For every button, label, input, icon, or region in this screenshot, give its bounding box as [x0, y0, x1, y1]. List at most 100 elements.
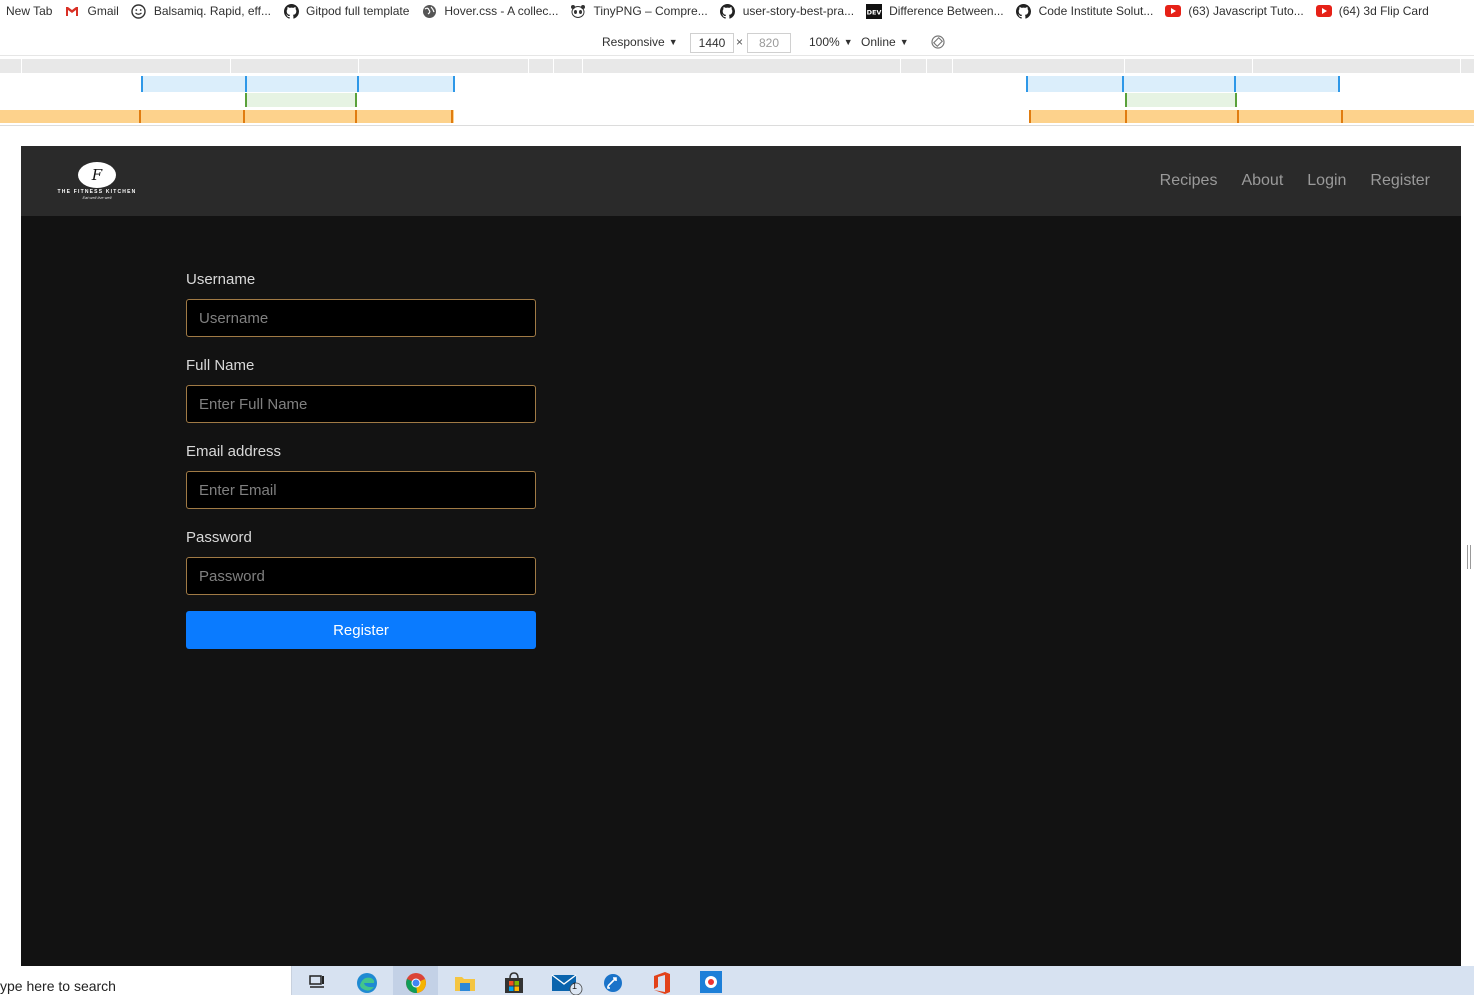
- ruler-divider: [1124, 59, 1125, 73]
- ruler-divider: [900, 59, 901, 73]
- bookmark-hovercss[interactable]: Hover.css - A collec...: [415, 0, 564, 22]
- ruler-divider: [230, 59, 231, 73]
- min-width-tick[interactable]: [451, 110, 453, 123]
- max-width-tick[interactable]: [1122, 76, 1124, 92]
- taskbar-search-box[interactable]: ype here to search: [0, 966, 292, 995]
- ruler-divider: [358, 59, 359, 73]
- min-max-tick[interactable]: [245, 93, 247, 107]
- email-label: Email address: [186, 443, 282, 460]
- min-width-tick[interactable]: [1029, 110, 1031, 123]
- ruler-divider: [528, 59, 529, 73]
- max-width-segment[interactable]: [1028, 76, 1340, 92]
- bookmark-label: Gmail: [87, 4, 119, 18]
- min-width-tick[interactable]: [243, 110, 245, 123]
- mail-icon[interactable]: 1: [551, 971, 585, 995]
- youtube-icon: [1165, 3, 1182, 19]
- store-icon[interactable]: [502, 971, 526, 995]
- mail-badge-count: 1: [572, 981, 578, 991]
- nav-link-recipes[interactable]: Recipes: [1160, 172, 1218, 190]
- logo-tagline: Eat well live well: [82, 195, 112, 200]
- max-width-media-queries: [0, 76, 1474, 92]
- max-width-tick[interactable]: [1026, 76, 1028, 92]
- bookmark-label: Balsamiq. Rapid, eff...: [153, 4, 271, 18]
- site-navbar: F THE FITNESS KITCHEN Eat well live well…: [21, 146, 1461, 216]
- office-icon[interactable]: [650, 971, 674, 995]
- max-width-tick[interactable]: [1338, 76, 1340, 92]
- width-input[interactable]: 1440: [690, 33, 734, 53]
- device-select[interactable]: Responsive ▼: [602, 35, 678, 49]
- rotate-icon: [930, 34, 946, 53]
- bookmark-tinypng[interactable]: TinyPNG – Compre...: [564, 0, 713, 22]
- max-width-tick[interactable]: [1234, 76, 1236, 92]
- dimension-separator: ×: [736, 35, 744, 49]
- edge-icon[interactable]: [355, 971, 379, 995]
- min-width-tick[interactable]: [1341, 110, 1343, 123]
- bookmark-gmail[interactable]: Gmail: [58, 0, 124, 22]
- zoom-select[interactable]: 100% ▼: [809, 35, 853, 49]
- device-select-label: Responsive: [602, 35, 665, 49]
- email-input[interactable]: [186, 471, 536, 509]
- nav-link-register[interactable]: Register: [1370, 172, 1430, 190]
- ruler-divider: [1252, 59, 1253, 73]
- username-label: Username: [186, 271, 256, 288]
- bookmark-difference[interactable]: DEV Difference Between...: [860, 0, 1010, 22]
- github-icon: [283, 3, 299, 19]
- nav-link-about[interactable]: About: [1241, 172, 1283, 190]
- ruler-divider: [1460, 59, 1461, 73]
- bookmark-javascript-tutorial[interactable]: (63) Javascript Tuto...: [1159, 0, 1309, 22]
- min-width-tick[interactable]: [355, 110, 357, 123]
- nav-link-login[interactable]: Login: [1307, 172, 1346, 190]
- media-query-ruler: [0, 59, 1474, 73]
- bookmark-user-story[interactable]: user-story-best-pra...: [714, 0, 860, 22]
- file-explorer-icon[interactable]: [453, 971, 477, 995]
- min-width-segment[interactable]: [0, 110, 454, 123]
- height-input[interactable]: 820: [747, 33, 791, 53]
- max-width-tick[interactable]: [453, 76, 455, 92]
- max-width-tick[interactable]: [141, 76, 143, 92]
- min-max-segment[interactable]: [1126, 93, 1236, 107]
- zoom-select-label: 100%: [809, 35, 840, 49]
- password-input[interactable]: [186, 557, 536, 595]
- min-max-tick[interactable]: [1125, 93, 1127, 107]
- max-width-segment[interactable]: [142, 76, 454, 92]
- chevron-down-icon: ▼: [843, 37, 853, 47]
- username-input[interactable]: [186, 299, 536, 337]
- min-width-segment[interactable]: [1029, 110, 1474, 123]
- min-max-segment[interactable]: [246, 93, 356, 107]
- bookmark-flip-card[interactable]: (64) 3d Flip Card: [1310, 0, 1435, 22]
- bookmark-label: Gitpod full template: [306, 4, 410, 18]
- bookmark-balsamiq[interactable]: Balsamiq. Rapid, eff...: [125, 0, 277, 22]
- bookmark-label: user-story-best-pra...: [742, 4, 855, 18]
- network-select-label: Online: [861, 35, 896, 49]
- network-throttle-select[interactable]: Online ▼: [861, 35, 909, 49]
- bookmark-new-tab[interactable]: New Tab: [0, 0, 58, 22]
- bookmark-label: Code Institute Solut...: [1038, 4, 1154, 18]
- min-width-tick[interactable]: [1237, 110, 1239, 123]
- dev-icon: DEV: [866, 3, 883, 19]
- register-button[interactable]: Register: [186, 611, 536, 649]
- min-width-tick[interactable]: [139, 110, 141, 123]
- svg-text:DEV: DEV: [867, 8, 882, 16]
- chrome-icon[interactable]: [404, 971, 428, 995]
- viewport-resize-handle[interactable]: [1466, 545, 1472, 569]
- password-label: Password: [186, 529, 252, 546]
- full-name-label: Full Name: [186, 357, 255, 374]
- bookmark-label: Hover.css - A collec...: [444, 4, 559, 18]
- min-max-tick[interactable]: [355, 93, 357, 107]
- max-width-tick[interactable]: [245, 76, 247, 92]
- remote-icon[interactable]: [601, 971, 625, 995]
- min-max-width-media-queries: [0, 93, 1474, 107]
- site-logo[interactable]: F THE FITNESS KITCHEN Eat well live well: [43, 162, 151, 202]
- bookmark-label: Difference Between...: [889, 4, 1004, 18]
- snip-icon[interactable]: [699, 971, 723, 995]
- min-max-tick[interactable]: [1235, 93, 1237, 107]
- task-view-icon[interactable]: [305, 971, 329, 995]
- max-width-tick[interactable]: [357, 76, 359, 92]
- min-width-tick[interactable]: [1125, 110, 1127, 123]
- nav-links: Recipes About Login Register: [1160, 172, 1430, 190]
- ruler-divider: [582, 59, 583, 73]
- bookmark-gitpod[interactable]: Gitpod full template: [277, 0, 415, 22]
- bookmark-code-institute[interactable]: Code Institute Solut...: [1010, 0, 1160, 22]
- rotate-button[interactable]: [930, 34, 946, 53]
- full-name-input[interactable]: [186, 385, 536, 423]
